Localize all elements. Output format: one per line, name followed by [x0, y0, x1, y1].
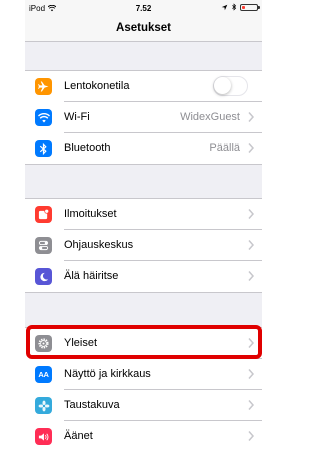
chevron-right-icon [248, 143, 255, 153]
wallpaper-label: Taustakuva [64, 399, 120, 411]
battery-level [242, 5, 245, 9]
wifi-label: Wi-Fi [64, 111, 90, 123]
settings-row-airplane[interactable]: Lentokonetila [25, 71, 262, 102]
status-icons [221, 3, 260, 11]
chevron-right-icon [248, 271, 255, 281]
sounds-label: Äänet [64, 430, 93, 442]
display-label: Näyttö ja kirkkaus [64, 368, 151, 380]
settings-row-notifications[interactable]: Ilmoitukset [25, 199, 262, 230]
airplane-toggle[interactable] [213, 76, 248, 96]
display-icon: AA [35, 366, 52, 383]
settings-screen: iPod 7.52 Asetukset Lentokonetila Wi-Fi … [25, 0, 262, 450]
bluetooth-label: Bluetooth [64, 142, 111, 154]
toggle-knob [214, 77, 231, 94]
notifications-group: Ilmoitukset Ohjauskeskus Älä häiritse [25, 198, 262, 293]
bluetooth-icon [35, 140, 52, 157]
settings-row-wifi[interactable]: Wi-Fi WidexGuest [25, 102, 262, 133]
moon-icon [35, 268, 52, 285]
page-title: Asetukset [116, 22, 171, 34]
navigation-bar: Asetukset [25, 18, 262, 42]
notifications-icon [35, 206, 52, 223]
bluetooth-value: Päällä [209, 142, 240, 154]
settings-row-control-center[interactable]: Ohjauskeskus [25, 230, 262, 261]
settings-row-bluetooth[interactable]: Bluetooth Päällä [25, 133, 262, 164]
bluetooth-status-icon [232, 3, 237, 11]
control-center-icon [35, 237, 52, 254]
sounds-icon [35, 428, 52, 445]
status-bar: iPod 7.52 [25, 0, 262, 18]
chevron-right-icon [248, 400, 255, 410]
airplane-icon [35, 78, 52, 95]
connectivity-group: Lentokonetila Wi-Fi WidexGuest Bluetooth [25, 70, 262, 165]
chevron-right-icon [248, 369, 255, 379]
wifi-value: WidexGuest [180, 111, 240, 123]
notifications-label: Ilmoitukset [64, 208, 117, 220]
wifi-icon [35, 109, 52, 126]
chevron-right-icon [248, 240, 255, 250]
settings-row-do-not-disturb[interactable]: Älä häiritse [25, 261, 262, 292]
chevron-right-icon [248, 112, 255, 122]
airplane-label: Lentokonetila [64, 80, 130, 92]
settings-row-sounds[interactable]: Äänet [25, 421, 262, 450]
chevron-right-icon [248, 431, 255, 441]
location-icon [221, 4, 228, 10]
general-highlight-outline [26, 325, 262, 359]
do-not-disturb-label: Älä häiritse [64, 270, 119, 282]
battery-icon [240, 3, 260, 11]
settings-row-display[interactable]: AA Näyttö ja kirkkaus [25, 359, 262, 390]
display-icon-text: AA [38, 370, 49, 379]
chevron-right-icon [248, 209, 255, 219]
settings-row-wallpaper[interactable]: Taustakuva [25, 390, 262, 421]
wallpaper-icon [35, 397, 52, 414]
control-center-label: Ohjauskeskus [64, 239, 134, 251]
